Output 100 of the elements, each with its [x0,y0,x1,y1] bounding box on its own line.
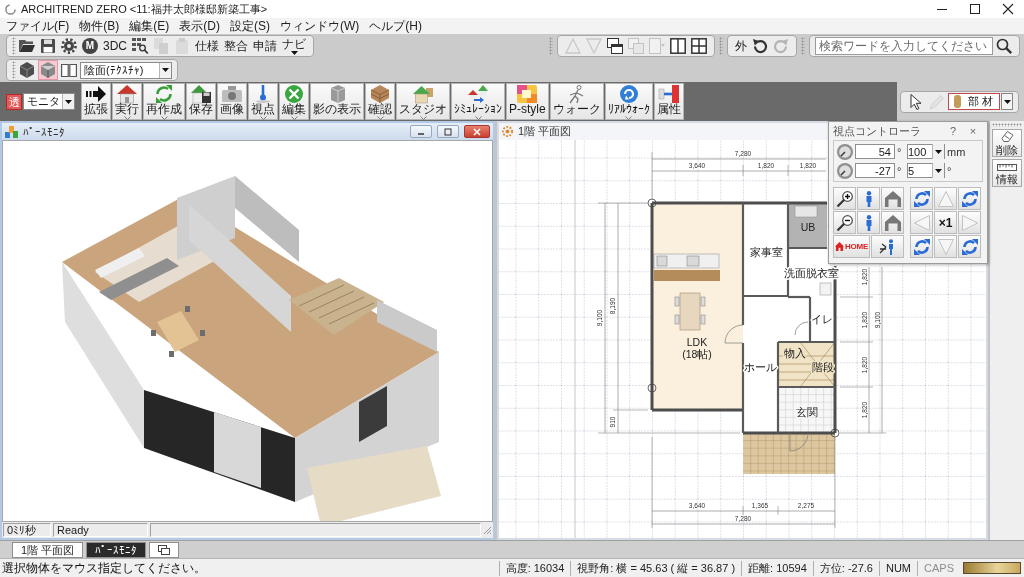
toolbar-button[interactable]: 影の表示 [310,83,364,120]
room-label: LDK [686,336,708,348]
extension-line [787,164,789,177]
walk-button[interactable] [871,235,904,258]
transparency-button[interactable]: 透 [6,93,22,110]
person-button[interactable] [857,211,880,234]
house-button[interactable] [881,211,904,234]
angle-field[interactable]: -27 [855,163,895,178]
triangle-up-icon [565,38,581,54]
toolbar-button[interactable]: 3DC [101,36,129,56]
status-text: Ready [53,523,148,537]
rotate-button[interactable] [958,187,981,210]
dropdown-button[interactable] [1001,93,1014,110]
rotate-button[interactable] [958,235,981,258]
toolbar-button[interactable] [605,36,625,56]
toolbar-button[interactable] [130,36,150,56]
toolbar-button[interactable]: 視点 [248,83,278,120]
menu-item[interactable]: ヘルプ(H) [364,18,427,34]
menu-item[interactable]: ファイル(F) [1,18,75,34]
window-list-tab[interactable] [149,542,180,558]
toolbar-grip[interactable] [12,37,16,55]
menu-item[interactable]: ウィンドウ(W) [275,18,365,34]
extension-line [597,202,649,204]
resize-grip-icon [483,525,492,535]
house-icon [413,85,433,103]
toolbar-grip[interactable] [719,37,723,55]
menu-item[interactable]: 編集(E) [124,18,175,34]
search-button[interactable] [994,36,1014,56]
toolbar-button[interactable]: ナビ [280,36,308,56]
toolbar-button[interactable]: 削除 [992,129,1022,157]
search-field[interactable]: 検索ワードを入力してください [815,37,993,55]
bathtub [794,205,818,218]
zoom-out-button[interactable] [833,211,856,234]
toolbar-button[interactable]: 確認 [365,83,395,120]
chevron-down-icon [625,116,633,120]
rotate-button[interactable] [910,235,933,258]
menu-item[interactable]: 設定(S) [225,18,275,34]
step-select[interactable]: 5 [907,163,945,178]
toolbar-button[interactable] [668,36,688,56]
toolbar-button[interactable]: 再作成 [143,83,185,120]
badge-button[interactable]: M [82,38,98,54]
toolbar-button[interactable]: ﾘｱﾙｳｫｰｸ [604,83,653,120]
zoom-in-button[interactable] [833,187,856,210]
zoom-out-icon [836,214,853,231]
blocks-icon [5,125,18,138]
toolbar-button[interactable] [59,36,79,56]
render-mode-select[interactable]: 陰面(ﾃｸｽﾁｬ) [80,61,172,79]
toolbar-button[interactable]: ウォーク [549,83,604,120]
close-button[interactable]: × [963,123,983,139]
toolbar-button[interactable] [17,60,37,80]
toolbar-button[interactable]: 外 [733,36,749,56]
minimize-button[interactable] [410,125,432,138]
restore-button[interactable] [437,125,459,138]
toolbar-button[interactable]: ｼﾐｭﾚｰｼｮﾝ [451,83,505,120]
unit-label: ° [897,164,903,177]
scale-button[interactable]: ×1 [934,211,957,234]
person-button[interactable] [857,187,880,210]
toolbar-button[interactable]: P-style [506,83,549,120]
toolbar-button[interactable]: 実行 [112,83,142,120]
toolbar-button[interactable] [750,36,770,56]
toolbar-button[interactable]: 属性 [653,83,684,120]
monitor-select[interactable]: モニタ [23,93,75,110]
house-button[interactable] [881,187,904,210]
window-tab[interactable]: ﾊﾟｰｽﾓﾆﾀ [86,542,147,558]
window-tab[interactable]: 1階 平面図 [12,542,84,558]
toolbar-button[interactable] [689,36,709,56]
toolbar-grip[interactable] [801,37,805,55]
rotate-button[interactable] [910,187,933,210]
toolbar-button[interactable]: 仕様 [193,36,221,56]
home-button[interactable]: HOME [833,235,870,258]
toolbar-button[interactable]: 整合 [222,36,250,56]
eraser-icon [1000,131,1014,142]
toolbar-grip[interactable] [12,61,16,79]
status-message: 選択物体をマウス指定してください。 [1,559,207,577]
toolbar-button[interactable]: スタジオ [396,83,450,120]
app-logo-icon [5,3,16,15]
toolbar-button[interactable]: 情報 [992,159,1022,187]
angle-field[interactable]: 54 [855,144,895,159]
menu-item[interactable]: 物件(B) [74,18,125,34]
toolbar-grip[interactable] [992,123,1022,127]
room-label: 階段 [812,361,834,373]
category-select[interactable]: 部 材 [948,93,1001,110]
gear-icon [502,126,513,137]
rotate-icon [961,190,978,207]
toolbar-button[interactable] [38,36,58,56]
toolbar-button[interactable]: 編集 [279,83,309,120]
toolbar-button[interactable]: 画像 [217,83,247,120]
distance-select[interactable]: 100 [907,144,945,159]
close-button[interactable] [464,125,490,138]
toolbar-button[interactable]: 保存 [186,83,216,120]
help-button[interactable]: ? [943,123,963,139]
window-title: ﾊﾟｰｽﾓﾆﾀ [23,125,65,138]
rotate-icon [913,238,930,255]
toolbar-button[interactable]: 申請 [251,36,279,56]
toolbar-button[interactable]: 拡張 [81,83,111,120]
zoom-in-icon [836,190,853,207]
panel-title: 視点コントローラ [833,123,921,139]
palette-icon [517,85,538,103]
toolbar-grip[interactable] [549,37,553,55]
menu-item[interactable]: 表示(D) [174,18,225,34]
